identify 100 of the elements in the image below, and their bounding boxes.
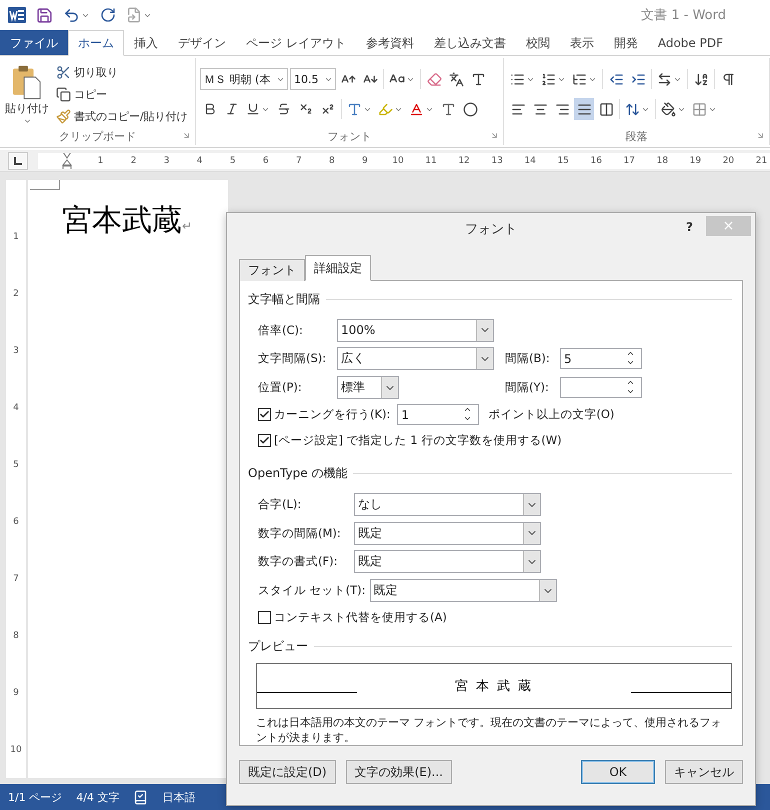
dropdown[interactable]: 標準 [337, 376, 399, 400]
sort-icon [694, 72, 708, 86]
spin-field[interactable] [560, 377, 642, 398]
increase-indent-icon [630, 72, 646, 86]
highlighter-icon [378, 102, 393, 116]
field-label: 倍率(C): [258, 322, 304, 338]
ruler-number: 10 [9, 744, 23, 756]
font-name-combo[interactable]: ＭＳ 明朝 (本 [200, 68, 288, 90]
dialog-title: フォント [465, 221, 517, 238]
eraser-icon [426, 72, 442, 86]
scissors-icon [56, 65, 71, 80]
copy-button[interactable]: コピー [54, 84, 190, 105]
paste-button[interactable]: 貼り付け [4, 62, 50, 127]
spin-field[interactable]: 1 [397, 404, 480, 426]
strikethrough-icon [277, 102, 291, 116]
dialog-launcher[interactable] [490, 131, 499, 140]
circle-icon [462, 102, 478, 116]
ruler-number: 1 [12, 230, 20, 244]
preview-note: これは日本語用の本文のテーマ フォントです。現在の文書のテーマによって、使用されるフォントが決まります。 [256, 714, 722, 745]
file-tab[interactable]: ファイル [0, 30, 68, 55]
dialog-button[interactable]: 文字の効果(E)... [346, 760, 452, 784]
dialog-button[interactable]: キャンセル [665, 760, 743, 784]
language: 日本語 [162, 790, 196, 804]
ruler-number: 18 [656, 156, 670, 166]
ruler-number: 10 [391, 156, 405, 166]
align-right-icon [554, 102, 570, 116]
format-painter-button[interactable]: 書式のコピー/貼り付け [54, 106, 190, 127]
align-left-icon [510, 102, 526, 116]
dropdown[interactable]: 100% [337, 318, 494, 342]
indent-marker-icon[interactable] [62, 152, 72, 168]
ruler-number: 13 [490, 156, 504, 166]
ribbon-tab[interactable]: ホーム [68, 30, 124, 56]
ruler-number: 2 [12, 288, 20, 300]
pilcrow-icon [720, 72, 736, 86]
window-title: 文書 1 - Word [641, 7, 726, 24]
preview-text: 宮 本 武 蔵 [454, 678, 534, 696]
cut-button[interactable]: 切り取り [54, 62, 190, 83]
dialog-tab[interactable]: 詳細設定 [305, 255, 371, 281]
ruler-number: 17 [622, 156, 636, 166]
document-icon [126, 7, 142, 23]
bullet-list-icon [510, 72, 525, 86]
justify-icon [576, 102, 592, 116]
ruler-number: 7 [12, 572, 20, 586]
dropdown[interactable]: なし [354, 493, 541, 516]
field-label: 文字間隔(S): [258, 351, 328, 366]
launcher-icon [490, 131, 499, 140]
word-count: 4/4 文字 [76, 790, 120, 804]
field-label: 数字の書式(F): [258, 554, 338, 570]
redo-button[interactable] [100, 7, 116, 23]
borders-icon [692, 102, 707, 116]
ruler-number: 15 [556, 156, 570, 166]
ruler-number: 2 [130, 156, 138, 166]
checkbox-label: [ページ設定] で指定した 1 行の文字数を使用する(W) [274, 433, 562, 448]
ruler-number: 5 [12, 458, 20, 472]
help-button[interactable]: ? [680, 219, 699, 235]
checkbox[interactable] [258, 408, 271, 422]
dialog-button[interactable]: 既定に設定(D) [239, 760, 336, 784]
paint-bucket-icon [661, 102, 676, 116]
field-label: 数字の間隔(M): [258, 526, 342, 541]
ruler-number: 5 [228, 156, 237, 166]
page-count: 1/1 ページ [8, 790, 62, 804]
checkbox-label: カーニングを行う(K): [274, 407, 392, 422]
ruler-number: 12 [457, 156, 471, 166]
multilevel-list-icon [572, 72, 587, 86]
ruler-number: 6 [262, 156, 270, 166]
dropdown[interactable]: 広く [337, 347, 494, 370]
underline-icon [246, 102, 260, 116]
section-title: 文字幅と間隔 [248, 291, 320, 308]
font-color-icon [409, 102, 424, 116]
text-effects-icon [347, 102, 362, 116]
section-title: OpenType の機能 [248, 465, 348, 482]
paintbrush-icon [56, 109, 71, 124]
dropdown[interactable]: 既定 [354, 550, 541, 574]
field-label: スタイル セット(T): [258, 583, 367, 598]
group-label: クリップボード [59, 128, 136, 144]
undo-icon [63, 6, 80, 24]
launcher-icon [182, 131, 191, 140]
dialog-tab[interactable]: フォント [239, 259, 305, 281]
spin-field[interactable]: 5 [560, 348, 642, 370]
tab-selector[interactable] [8, 152, 28, 170]
dialog-launcher[interactable] [182, 131, 191, 140]
dialog-launcher[interactable] [756, 131, 765, 140]
undo-button[interactable] [63, 6, 90, 24]
ruler-number: 6 [12, 516, 20, 528]
field-label: 合字(L): [258, 497, 302, 512]
superscript-icon [321, 102, 335, 116]
bold-icon [203, 102, 217, 116]
dropdown[interactable]: 既定 [370, 579, 557, 602]
ruler-number: 4 [196, 156, 204, 166]
checkbox[interactable] [258, 434, 271, 448]
field-label: ポイント以上の文字(O) [488, 407, 614, 422]
alignment-button[interactable] [574, 98, 594, 120]
dialog-button[interactable]: OK [581, 760, 655, 784]
dropdown[interactable]: 既定 [354, 522, 541, 545]
save-button[interactable] [36, 6, 53, 24]
font-size-combo[interactable]: 10.5 [290, 68, 336, 90]
redo-icon [100, 7, 116, 23]
ruler-number: 8 [328, 156, 336, 166]
ruler-number: 9 [361, 156, 369, 166]
checkbox[interactable] [258, 611, 271, 624]
